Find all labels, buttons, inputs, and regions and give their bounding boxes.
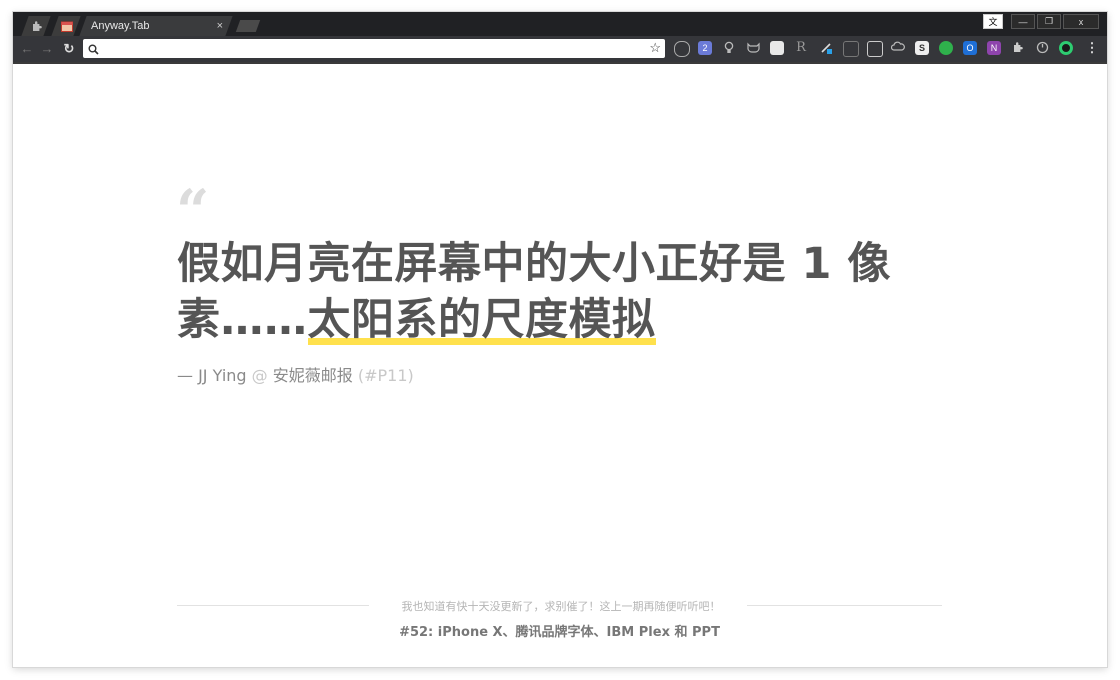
bookmark-star-icon[interactable]: ☆ bbox=[649, 40, 661, 56]
screen-icon[interactable] bbox=[843, 41, 859, 57]
issue-number: (#P11) bbox=[352, 366, 414, 385]
puzzle-tab-icon bbox=[31, 16, 43, 36]
tab-strip: Anyway.Tab × 文 — ❐ x bbox=[13, 12, 1107, 36]
restore-button[interactable]: ❐ bbox=[1037, 14, 1061, 29]
language-icon[interactable]: 文 bbox=[983, 14, 1003, 29]
footer-divider-right bbox=[747, 605, 942, 606]
reload-icon[interactable]: ↻ bbox=[61, 41, 77, 57]
close-tab-icon[interactable]: × bbox=[217, 20, 223, 32]
goggles-icon[interactable] bbox=[867, 41, 883, 57]
cat-icon[interactable] bbox=[746, 41, 760, 55]
color-icon[interactable] bbox=[1059, 41, 1073, 55]
outlook-icon[interactable]: O bbox=[963, 41, 977, 55]
forward-icon[interactable]: → bbox=[39, 41, 55, 57]
attribution: — JJ Ying @ 安妮薇邮报 (#P11) bbox=[177, 362, 414, 386]
footer-note: 我也知道有快十天没更新了，求别催了！这上一期再随便听听吧！ bbox=[401, 600, 721, 613]
calendar-tab-icon bbox=[61, 16, 73, 36]
close-window-button[interactable]: x bbox=[1063, 14, 1099, 29]
browser-window: Anyway.Tab × 文 — ❐ x ← → ↻ ☆ 2 R S O N ⋮… bbox=[13, 12, 1107, 667]
v2-badge-icon[interactable]: 2 bbox=[698, 41, 712, 55]
new-tab-page: “ 假如月亮在屏幕中的大小正好是 1 像素……太阳系的尺度模拟 — JJ Yin… bbox=[13, 64, 1107, 667]
onenote-icon[interactable]: N bbox=[987, 41, 1001, 55]
article-headline[interactable]: 假如月亮在屏幕中的大小正好是 1 像素……太阳系的尺度模拟 bbox=[177, 236, 937, 348]
cloud-icon[interactable] bbox=[890, 41, 905, 55]
footer-issue-link[interactable]: #52: iPhone X、腾讯品牌字体、IBM Plex 和 PPT bbox=[177, 621, 942, 640]
headline-highlight: 太阳系的尺度模拟 bbox=[307, 295, 656, 345]
at-sign: @ bbox=[246, 366, 273, 385]
quote-icon: “ bbox=[176, 177, 210, 245]
r-icon[interactable]: R bbox=[794, 41, 808, 55]
minimize-button[interactable]: — bbox=[1011, 14, 1035, 29]
timer-icon[interactable] bbox=[1035, 41, 1049, 55]
new-tab-button[interactable] bbox=[235, 20, 261, 32]
author-name[interactable]: — JJ Ying bbox=[177, 366, 247, 385]
window-controls: 文 — ❐ x bbox=[983, 14, 1099, 29]
puzzle-icon[interactable] bbox=[1011, 41, 1025, 55]
browser-toolbar: ← → ↻ ☆ 2 R S O N ⋮ bbox=[13, 36, 1107, 62]
source-name[interactable]: 安妮薇邮报 bbox=[273, 366, 353, 385]
notes-icon[interactable] bbox=[770, 41, 784, 55]
back-icon[interactable]: ← bbox=[19, 41, 35, 57]
eyedropper-icon[interactable] bbox=[819, 41, 833, 55]
evernote-icon[interactable] bbox=[674, 41, 690, 57]
s-icon[interactable]: S bbox=[915, 41, 929, 55]
chat-icon[interactable] bbox=[939, 41, 953, 55]
menu-icon[interactable]: ⋮ bbox=[1085, 41, 1099, 55]
tab-anyway-content: Anyway.Tab × bbox=[91, 16, 227, 36]
bulb-icon[interactable] bbox=[722, 41, 736, 55]
footer-divider-left bbox=[177, 605, 369, 606]
tab-title: Anyway.Tab bbox=[91, 20, 150, 32]
address-bar[interactable]: ☆ bbox=[83, 39, 665, 58]
v2-badge-label: 2 bbox=[702, 43, 708, 53]
search-icon bbox=[88, 42, 99, 60]
